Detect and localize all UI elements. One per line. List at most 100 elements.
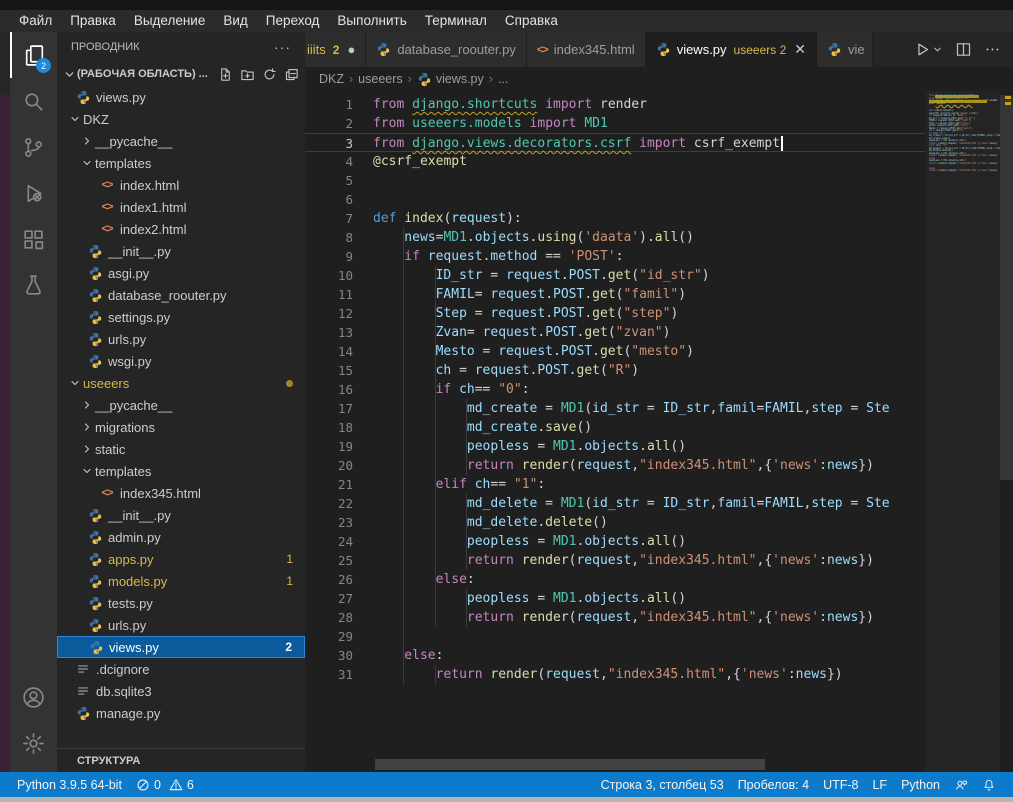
menu-item-файл[interactable]: Файл: [10, 10, 61, 32]
code-line-8[interactable]: 8news=MD1.objects.using('daata').all(): [305, 228, 925, 247]
scrollbar-thumb[interactable]: [1000, 95, 1013, 480]
menu-item-выполнить[interactable]: Выполнить: [328, 10, 415, 32]
tree-item--init-.py[interactable]: __init__.py: [57, 240, 305, 262]
menu-item-терминал[interactable]: Терминал: [416, 10, 496, 32]
split-editor-icon[interactable]: [955, 41, 972, 58]
collapse-all-icon[interactable]: [284, 67, 299, 82]
cursor-position-status[interactable]: Строка 3, столбец 53: [594, 772, 731, 797]
problems-status[interactable]: 0 6: [129, 772, 201, 797]
extensions-icon[interactable]: [10, 216, 57, 262]
code-line-28[interactable]: 28return render(request,"index345.html",…: [305, 608, 925, 627]
tree-item-tests.py[interactable]: tests.py: [57, 592, 305, 614]
code-line-12[interactable]: 12Step = request.POST.get("step"): [305, 304, 925, 323]
code-line-18[interactable]: 18md_create.save(): [305, 418, 925, 437]
new-file-icon[interactable]: [218, 67, 233, 82]
notifications-icon[interactable]: [975, 772, 1003, 797]
code-lines[interactable]: 1from django.shortcuts import render2fro…: [305, 95, 925, 684]
code-line-24[interactable]: 24peopless = MD1.objects.all(): [305, 532, 925, 551]
tree-item-index345.html[interactable]: <>index345.html: [57, 482, 305, 504]
code-line-25[interactable]: 25return render(request,"index345.html",…: [305, 551, 925, 570]
tree-item-static[interactable]: static: [57, 438, 305, 460]
code-line-17[interactable]: 17md_create = MD1(id_str = ID_str,famil=…: [305, 399, 925, 418]
run-dropdown-icon[interactable]: [932, 44, 943, 55]
code-line-19[interactable]: 19peopless = MD1.objects.all(): [305, 437, 925, 456]
workspace-section-header[interactable]: (РАБОЧАЯ ОБЛАСТЬ) ...: [57, 62, 305, 86]
code-line-14[interactable]: 14Mesto = request.POST.get("mesto"): [305, 342, 925, 361]
close-icon[interactable]: ✕: [794, 41, 806, 58]
tree-item-apps.py[interactable]: apps.py1: [57, 548, 305, 570]
code-line-13[interactable]: 13Zvan= request.POST.get("zvan"): [305, 323, 925, 342]
eol-status[interactable]: LF: [865, 772, 894, 797]
code-line-11[interactable]: 11FAMIL= request.POST.get("famil"): [305, 285, 925, 304]
tree-item-.dcignore[interactable]: .dcignore: [57, 658, 305, 680]
vertical-scrollbar[interactable]: [1000, 91, 1013, 772]
code-line-5[interactable]: 5: [305, 171, 925, 190]
code-line-1[interactable]: 1from django.shortcuts import render: [305, 95, 925, 114]
tree-item-templates[interactable]: templates: [57, 152, 305, 174]
code-line-30[interactable]: 30else:: [305, 646, 925, 665]
source-control-icon[interactable]: [10, 124, 57, 170]
menu-item-справка[interactable]: Справка: [496, 10, 567, 32]
code-line-22[interactable]: 22md_delete = MD1(id_str = ID_str,famil=…: [305, 494, 925, 513]
tab-vie[interactable]: vie: [817, 32, 873, 67]
tree-item-db.sqlite3[interactable]: db.sqlite3: [57, 680, 305, 702]
search-icon[interactable]: [10, 78, 57, 124]
tree-item-manage.py[interactable]: manage.py: [57, 702, 305, 724]
tree-item-useeers[interactable]: useeers: [57, 372, 305, 394]
tree-item-dkz[interactable]: DKZ: [57, 108, 305, 130]
tree-item-templates[interactable]: templates: [57, 460, 305, 482]
code-line-29[interactable]: 29: [305, 627, 925, 646]
tree-item-models.py[interactable]: models.py1: [57, 570, 305, 592]
code-line-4[interactable]: 4@csrf_exempt: [305, 152, 925, 171]
explorer-icon[interactable]: 2: [10, 32, 57, 78]
tree-item--pycache-[interactable]: __pycache__: [57, 130, 305, 152]
tab-iiits[interactable]: iiits2●: [305, 32, 366, 67]
code-editor[interactable]: 1from django.shortcuts import render2fro…: [305, 91, 1013, 772]
code-line-16[interactable]: 16if ch== "0":: [305, 380, 925, 399]
indentation-status[interactable]: Пробелов: 4: [731, 772, 816, 797]
code-line-2[interactable]: 2from useeers.models import MD1: [305, 114, 925, 133]
tab-index345.html[interactable]: <>index345.html: [527, 32, 646, 67]
tree-item-views.py[interactable]: views.py: [57, 86, 305, 108]
sidebar-more-icon[interactable]: ···: [274, 39, 291, 55]
code-line-7[interactable]: 7def index(request):: [305, 209, 925, 228]
run-debug-icon[interactable]: [10, 170, 57, 216]
tree-item-urls.py[interactable]: urls.py: [57, 614, 305, 636]
refresh-icon[interactable]: [262, 67, 277, 82]
minimap[interactable]: 1from django.shortcuts import render2fro…: [925, 91, 1000, 772]
breadcrumb-item-views.py[interactable]: views.py: [417, 72, 484, 87]
menu-item-выделение[interactable]: Выделение: [125, 10, 215, 32]
code-line-21[interactable]: 21elif ch== "1":: [305, 475, 925, 494]
tree-item--init-.py[interactable]: __init__.py: [57, 504, 305, 526]
breadcrumb-item-useeers[interactable]: useeers: [358, 72, 402, 86]
code-line-15[interactable]: 15ch = request.POST.get("R"): [305, 361, 925, 380]
code-line-27[interactable]: 27peopless = MD1.objects.all(): [305, 589, 925, 608]
tree-item--pycache-[interactable]: __pycache__: [57, 394, 305, 416]
tree-item-admin.py[interactable]: admin.py: [57, 526, 305, 548]
code-line-31[interactable]: 31return render(request,"index345.html",…: [305, 665, 925, 684]
tree-item-index1.html[interactable]: <>index1.html: [57, 196, 305, 218]
code-line-23[interactable]: 23md_delete.delete(): [305, 513, 925, 532]
code-line-9[interactable]: 9if request.method == 'POST':: [305, 247, 925, 266]
feedback-icon[interactable]: [947, 772, 975, 797]
outline-section-header[interactable]: СТРУКТУРА: [57, 748, 305, 772]
tree-item-database-roouter.py[interactable]: database_roouter.py: [57, 284, 305, 306]
python-version-status[interactable]: Python 3.9.5 64-bit: [10, 772, 129, 797]
tab-database-roouter.py[interactable]: database_roouter.py: [366, 32, 527, 67]
code-line-10[interactable]: 10ID_str = request.POST.get("id_str"): [305, 266, 925, 285]
menu-item-вид[interactable]: Вид: [214, 10, 256, 32]
menu-item-переход[interactable]: Переход: [257, 10, 329, 32]
tree-item-index.html[interactable]: <>index.html: [57, 174, 305, 196]
tree-item-migrations[interactable]: migrations: [57, 416, 305, 438]
tree-item-settings.py[interactable]: settings.py: [57, 306, 305, 328]
run-icon[interactable]: [914, 41, 931, 58]
tree-item-index2.html[interactable]: <>index2.html: [57, 218, 305, 240]
language-mode-status[interactable]: Python: [894, 772, 947, 797]
more-icon[interactable]: [984, 41, 1001, 58]
tab-views.py[interactable]: views.pyuseeers 2✕: [646, 32, 817, 67]
code-line-26[interactable]: 26else:: [305, 570, 925, 589]
breadcrumb-item-dkz[interactable]: DKZ: [319, 72, 344, 86]
encoding-status[interactable]: UTF-8: [816, 772, 865, 797]
code-line-20[interactable]: 20return render(request,"index345.html",…: [305, 456, 925, 475]
code-line-3[interactable]: 3from django.views.decorators.csrf impor…: [305, 133, 925, 152]
